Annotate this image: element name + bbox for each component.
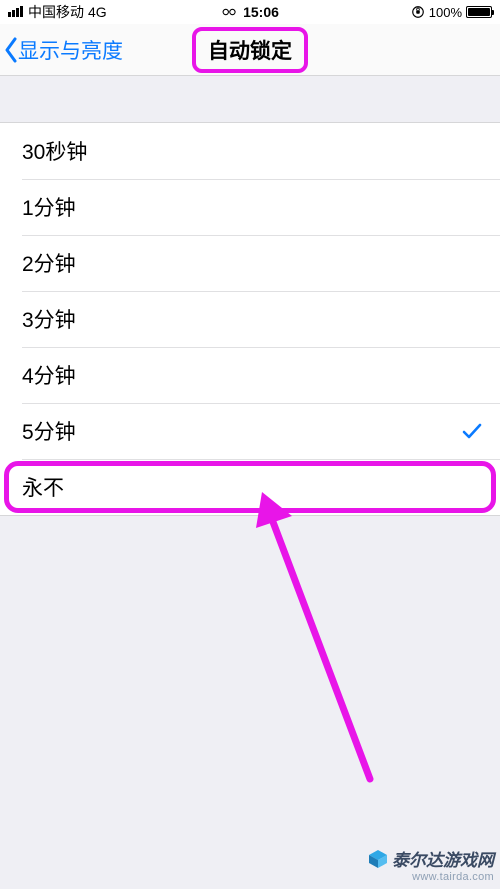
battery-icon xyxy=(466,6,492,18)
hotspot-icon xyxy=(221,7,237,17)
back-button[interactable]: 显示与亮度 xyxy=(0,35,123,65)
option-30s[interactable]: 30秒钟 xyxy=(0,123,500,179)
page-title: 自动锁定 xyxy=(192,27,308,73)
battery-percent: 100% xyxy=(429,5,462,20)
clock: 15:06 xyxy=(243,4,279,20)
checkmark-icon xyxy=(460,419,484,443)
option-label: 4分钟 xyxy=(22,360,76,390)
watermark-brand: 泰尔达游戏网 xyxy=(392,846,494,871)
back-label: 显示与亮度 xyxy=(18,35,123,65)
option-label: 30秒钟 xyxy=(22,136,87,166)
carrier-label: 中国移动 xyxy=(28,2,84,22)
option-2min[interactable]: 2分钟 xyxy=(0,235,500,291)
annotation-arrow-icon xyxy=(252,484,392,804)
option-label: 2分钟 xyxy=(22,248,76,278)
watermark-cube-icon xyxy=(368,849,388,869)
orientation-lock-icon xyxy=(411,5,425,19)
network-label: 4G xyxy=(88,4,107,20)
option-1min[interactable]: 1分钟 xyxy=(0,179,500,235)
status-bar: 中国移动 4G 15:06 100% xyxy=(0,0,500,24)
option-label: 1分钟 xyxy=(22,192,76,222)
option-never[interactable]: 永不 xyxy=(0,459,500,515)
chevron-left-icon xyxy=(4,37,18,63)
signal-icon xyxy=(8,4,24,20)
option-label: 永不 xyxy=(22,472,64,502)
auto-lock-options-list: 30秒钟 1分钟 2分钟 3分钟 4分钟 5分钟 永不 xyxy=(0,122,500,516)
option-3min[interactable]: 3分钟 xyxy=(0,291,500,347)
watermark: 泰尔达游戏网 www.tairda.com xyxy=(368,846,494,883)
option-label: 3分钟 xyxy=(22,304,76,334)
option-5min[interactable]: 5分钟 xyxy=(0,403,500,459)
option-4min[interactable]: 4分钟 xyxy=(0,347,500,403)
watermark-url: www.tairda.com xyxy=(368,871,494,883)
nav-bar: 显示与亮度 自动锁定 xyxy=(0,24,500,76)
option-label: 5分钟 xyxy=(22,416,76,446)
